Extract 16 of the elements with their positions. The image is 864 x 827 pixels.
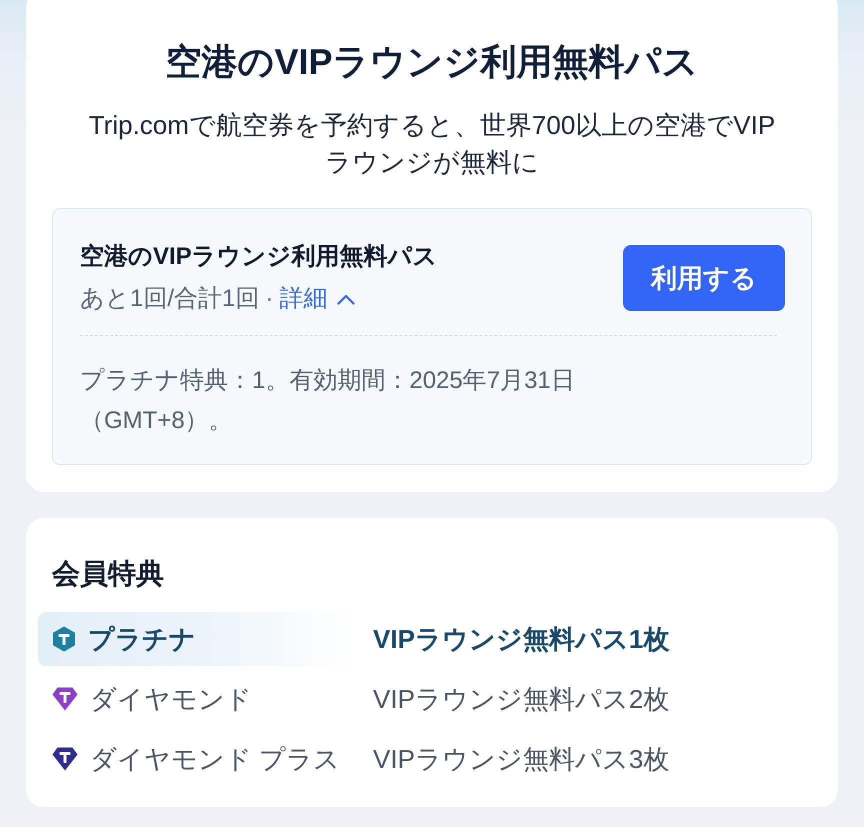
separator-dot: · <box>265 284 274 314</box>
pass-description: プラチナ特典：1。有効期間：2025年7月31日（GMT+8）。 <box>80 366 576 436</box>
pass-title: 空港のVIPラウンジ利用無料パス <box>80 242 438 272</box>
use-button[interactable]: 利用する <box>623 245 785 311</box>
caret-icon <box>337 294 356 304</box>
usage-count: あと1回/合計1回 <box>80 284 260 314</box>
tier-benefit: VIPラウンジ無料パス3枚 <box>373 743 670 776</box>
tier-benefit: VIPラウンジ無料パス1枚 <box>373 623 670 656</box>
benefits-heading: 会員特典 <box>52 557 165 591</box>
tier-name: ダイヤモンド <box>90 683 252 716</box>
tier-benefit: VIPラウンジ無料パス2枚 <box>373 683 670 716</box>
details-link[interactable]: 詳細 <box>279 281 356 317</box>
tier-name: ダイヤモンド プラス <box>90 743 340 776</box>
page-title: 空港のVIPラウンジ利用無料パス <box>164 40 700 84</box>
tier-name: プラチナ <box>88 623 196 656</box>
page-subtitle: Trip.comで航空券を予約すると、世界700以上の空港でVIPラウンジが無料に <box>88 109 776 179</box>
